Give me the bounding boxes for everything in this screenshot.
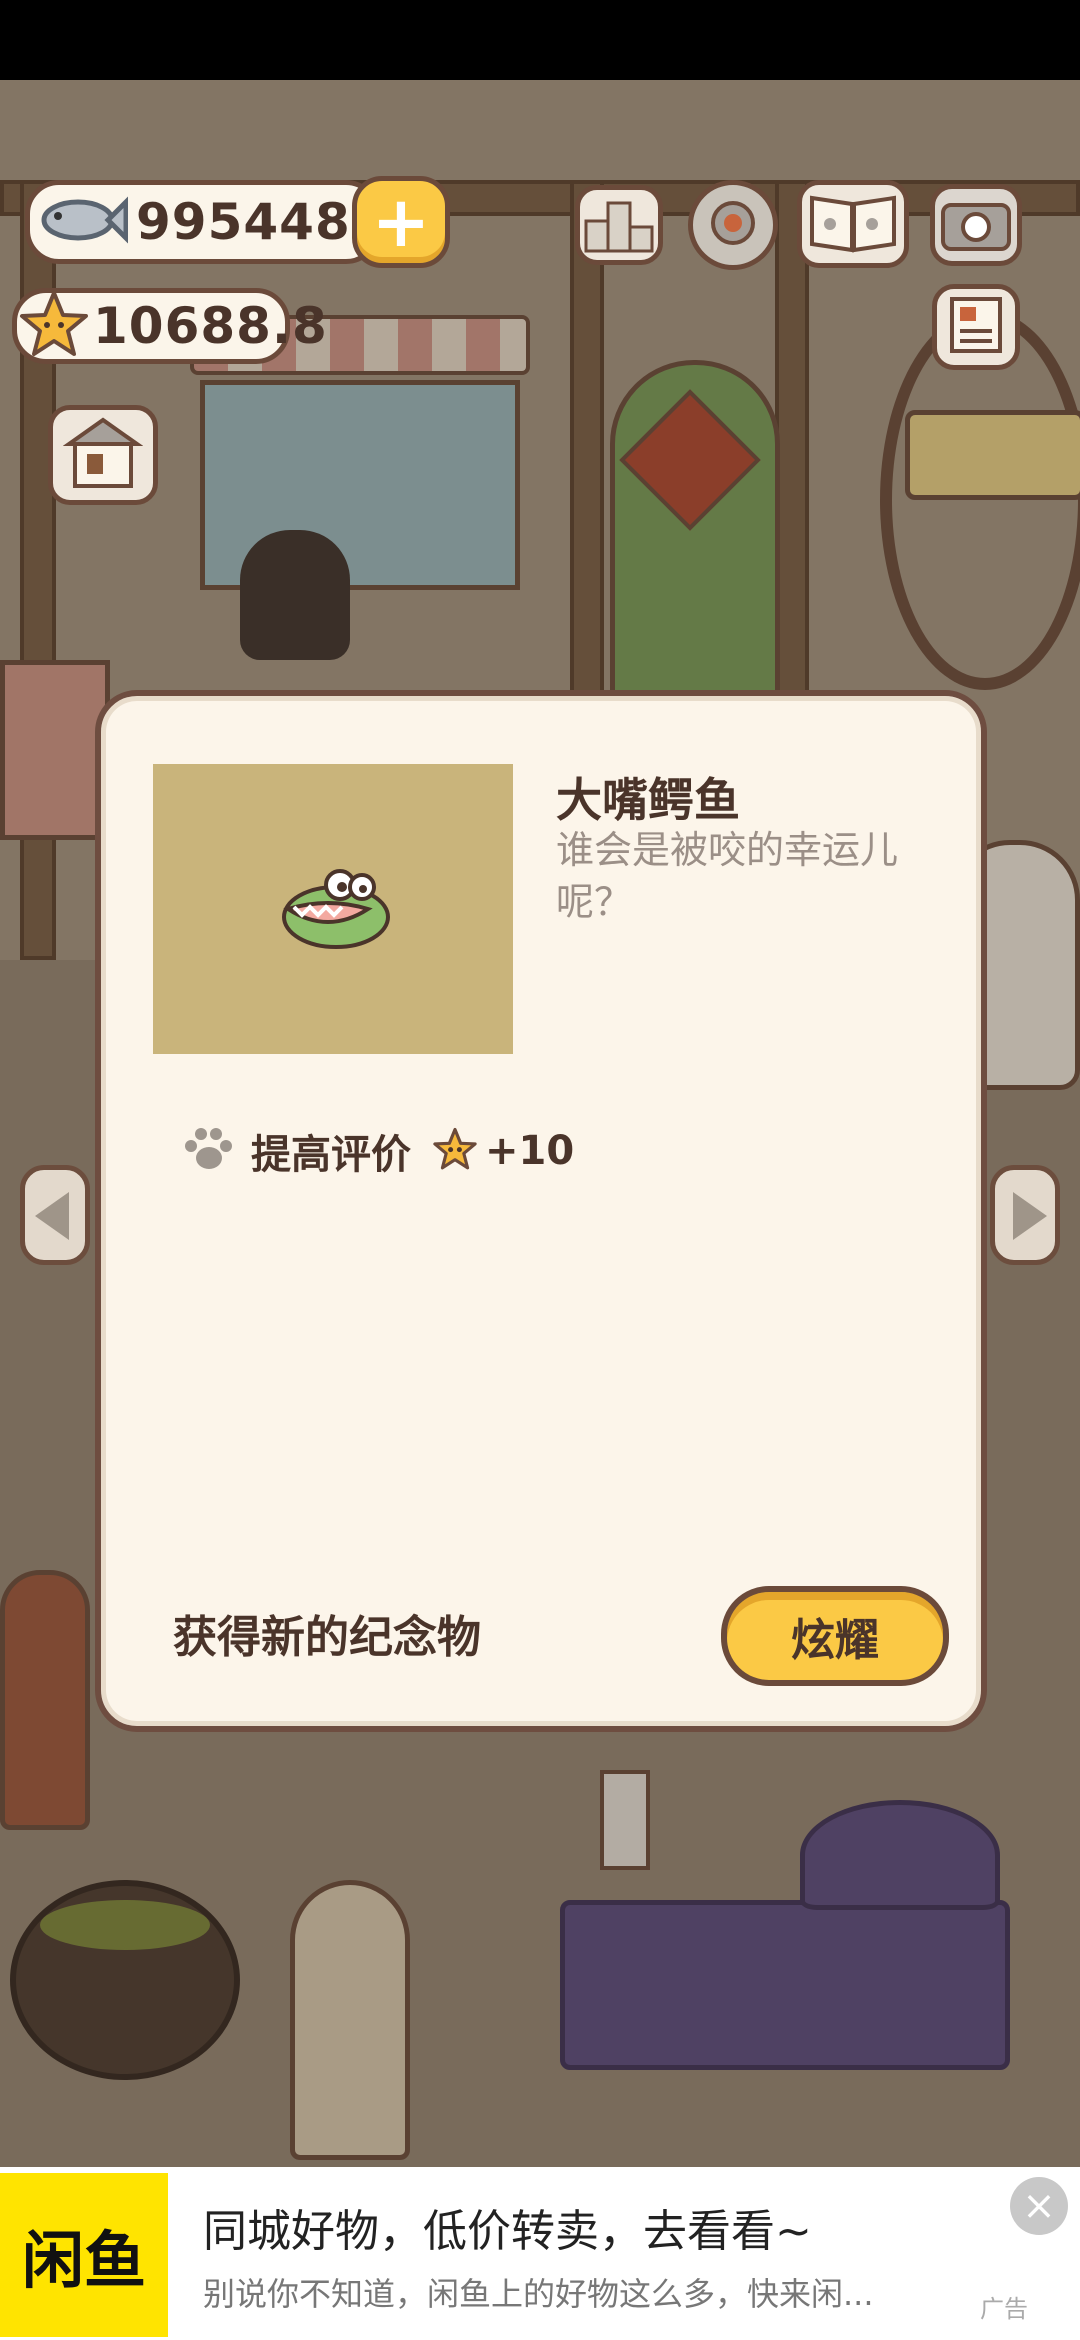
souvenir-dialog: 大嘴鳄鱼 谁会是被咬的幸运儿呢？ 提高评价 +10 获得新的纪念物 炫耀 bbox=[95, 690, 987, 1732]
close-icon: × bbox=[1022, 2183, 1056, 2229]
fish-icon bbox=[38, 188, 129, 256]
leaderboard-button[interactable] bbox=[575, 185, 663, 265]
settings-gear-icon bbox=[703, 193, 763, 257]
shop-icon bbox=[62, 416, 144, 494]
star-icon bbox=[19, 289, 89, 363]
leaderboard-icon bbox=[584, 193, 654, 257]
new-souvenir-label: 获得新的纪念物 bbox=[173, 1612, 481, 1663]
ad-badge: 广告 bbox=[980, 2295, 1028, 2323]
ad-logo[interactable]: 闲鱼 bbox=[0, 2173, 168, 2337]
newspaper-icon bbox=[946, 295, 1006, 359]
cat-book-button[interactable] bbox=[797, 180, 909, 268]
ad-banner[interactable]: 闲鱼 同城好物，低价转卖，去看看~ 别说你不知道，闲鱼上的好物这么多，快来闲..… bbox=[0, 2167, 1080, 2340]
star-count: 10688.8 bbox=[93, 297, 328, 355]
reward-row: 提高评价 +10 bbox=[183, 1116, 574, 1186]
camera-icon bbox=[941, 195, 1011, 255]
camera-button[interactable] bbox=[930, 184, 1022, 266]
ad-subtitle[interactable]: 别说你不知道，闲鱼上的好物这么多，快来闲... bbox=[203, 2269, 923, 2315]
fish-count: 995448 bbox=[136, 193, 351, 251]
paw-icon bbox=[183, 1126, 233, 1176]
souvenir-thumbnail bbox=[153, 764, 513, 1054]
newspaper-button[interactable] bbox=[932, 284, 1020, 370]
add-currency-button[interactable]: + bbox=[352, 176, 450, 268]
left-arrow-icon bbox=[35, 1192, 69, 1240]
settings-button[interactable] bbox=[688, 180, 778, 270]
star-icon bbox=[433, 1127, 477, 1175]
souvenir-description: 谁会是被咬的幸运儿呢？ bbox=[556, 828, 899, 924]
previous-arrow-button[interactable] bbox=[20, 1165, 90, 1265]
souvenir-title: 大嘴鳄鱼 bbox=[556, 773, 740, 827]
status-bar bbox=[0, 0, 1080, 80]
next-arrow-button[interactable] bbox=[990, 1165, 1060, 1265]
star-rating-counter: 10688.8 bbox=[12, 288, 327, 364]
crocodile-icon bbox=[268, 857, 398, 961]
fish-counter: 995448 bbox=[25, 180, 380, 264]
ad-close-button[interactable]: × bbox=[1010, 2177, 1068, 2235]
ad-title[interactable]: 同城好物，低价转卖，去看看~ bbox=[203, 2195, 812, 2259]
right-arrow-icon bbox=[1013, 1192, 1047, 1240]
cat-book-icon bbox=[808, 190, 898, 258]
shop-button[interactable] bbox=[48, 405, 158, 505]
show-off-button[interactable]: 炫耀 bbox=[721, 1586, 949, 1686]
reward-value: +10 bbox=[485, 1128, 575, 1174]
plus-icon: + bbox=[371, 181, 431, 263]
reward-label: 提高评价 bbox=[251, 1132, 411, 1178]
